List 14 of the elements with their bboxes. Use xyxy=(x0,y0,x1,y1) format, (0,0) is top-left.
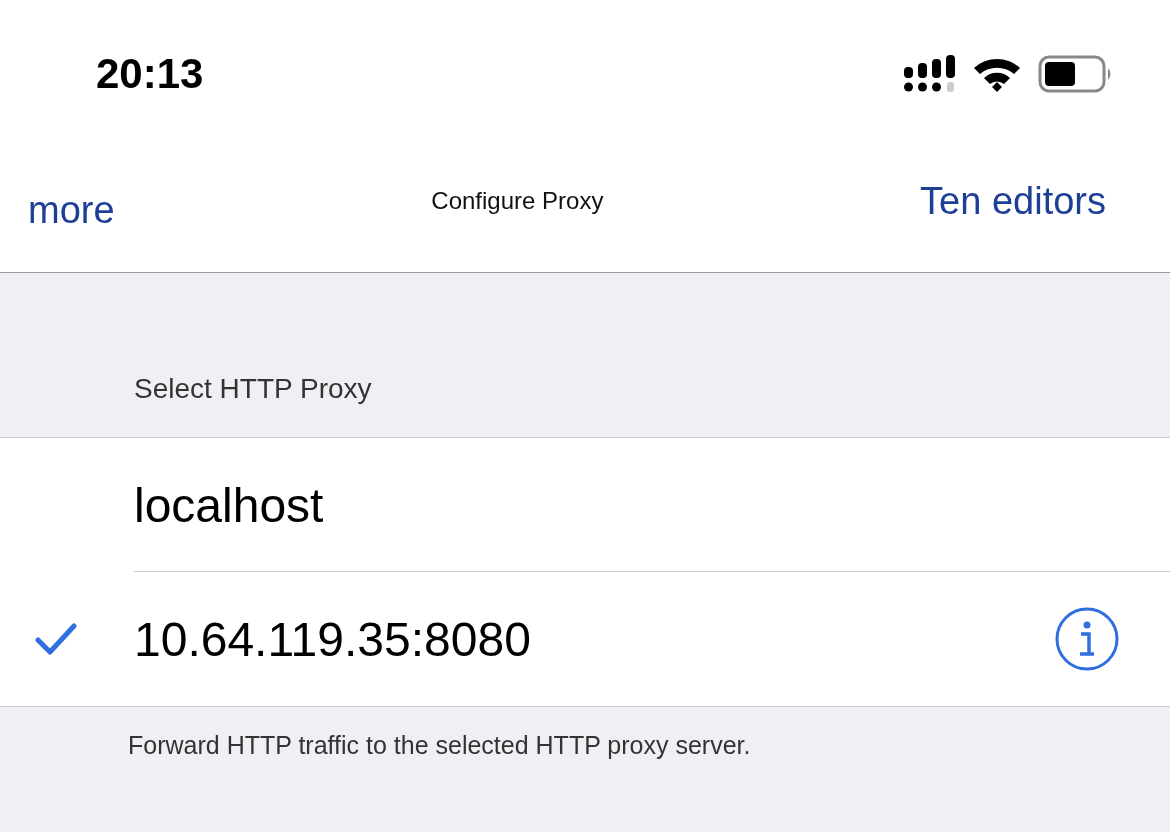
wifi-icon xyxy=(972,56,1022,92)
checkmark-icon xyxy=(35,623,77,655)
info-icon[interactable] xyxy=(1054,606,1120,672)
back-button[interactable]: more xyxy=(28,188,115,232)
signal-icon xyxy=(904,55,956,93)
proxy-row[interactable]: localhost xyxy=(0,438,1170,572)
nav-title: Configure Proxy xyxy=(431,187,604,215)
status-time: 20:13 xyxy=(96,50,204,98)
section-header: Select HTTP Proxy xyxy=(134,373,372,405)
proxy-label: localhost xyxy=(134,477,325,533)
proxy-label: 10.64.119.35:8080 xyxy=(134,611,532,667)
proxy-row[interactable]: 10.64.119.35:8080 xyxy=(0,572,1170,706)
section-footer: Forward HTTP traffic to the selected HTTP proxy server. xyxy=(128,731,751,759)
edit-button[interactable]: Ten editors xyxy=(920,179,1106,223)
